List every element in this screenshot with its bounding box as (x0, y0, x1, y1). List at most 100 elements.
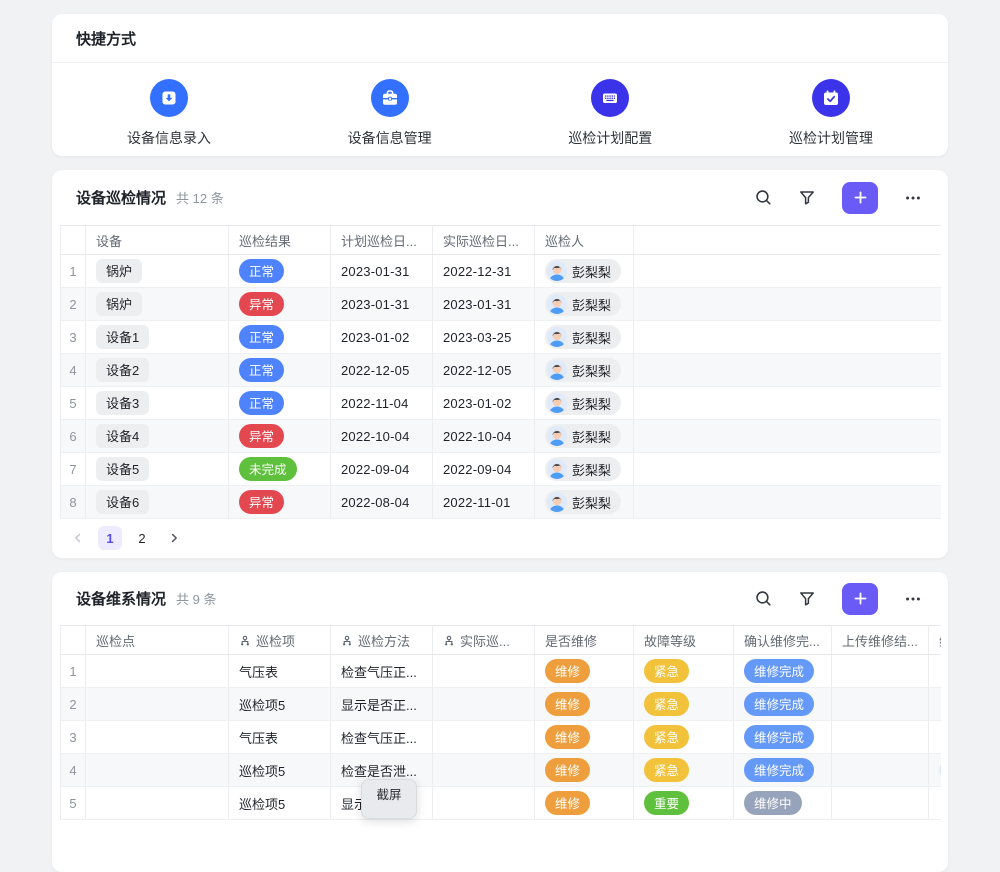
inspector-chip: 彭梨梨 (545, 391, 621, 415)
shortcut-label: 设备信息管理 (348, 128, 432, 148)
add-record-button[interactable] (842, 583, 878, 615)
lookup-icon (341, 635, 353, 647)
search-icon[interactable] (752, 588, 774, 610)
screenshot-tooltip-label: 截屏 (376, 784, 401, 818)
confirm-pill: 维修完成 (744, 758, 814, 782)
add-record-button[interactable] (842, 182, 878, 214)
filter-icon[interactable] (796, 588, 818, 610)
more-icon[interactable] (902, 588, 924, 610)
column-header-inspector: 巡检人 (545, 231, 584, 250)
table-row[interactable]: 2 锅炉 异常 2023-01-31 2023-01-31 彭梨梨 (61, 288, 941, 321)
method-cell: 检查气压正... (331, 721, 433, 753)
screenshot-tooltip: 截屏 (361, 779, 417, 819)
item-cell: 巡检项5 (229, 688, 331, 720)
inspector-chip: 彭梨梨 (545, 292, 621, 316)
device-entry-icon (150, 79, 188, 117)
status-pill: 正常 (239, 358, 284, 382)
avatar (547, 294, 567, 314)
avatar (547, 393, 567, 413)
table-row[interactable]: 5 巡检项5 显示是否正... 维修 重要 维修中 (61, 787, 941, 820)
column-header-upload: 上传维修结... (842, 631, 918, 650)
next-page-button[interactable] (162, 526, 186, 550)
table-row[interactable]: 1 气压表 检查气压正... 维修 紧急 维修完成 (61, 655, 941, 688)
table-row[interactable]: 3 设备1 正常 2023-01-02 2023-03-25 彭梨梨 (61, 321, 941, 354)
status-pill: 正常 (239, 391, 284, 415)
shortcut-plan-config[interactable]: 巡检计划配置 (555, 79, 665, 148)
planned-date: 2022-09-04 (331, 453, 433, 485)
prev-page-button[interactable] (66, 526, 90, 550)
device-tag: 设备6 (96, 490, 149, 514)
lookup-icon (239, 635, 251, 647)
planned-date: 2022-12-05 (331, 354, 433, 386)
column-header-point: 巡检点 (96, 631, 135, 650)
actual-date: 2022-09-04 (433, 453, 535, 485)
repair-pill: 维修 (545, 791, 590, 815)
column-header-clipped: 维 (939, 631, 941, 650)
level-pill: 重要 (644, 791, 689, 815)
table-row[interactable]: 4 设备2 正常 2022-12-05 2022-12-05 彭梨梨 (61, 354, 941, 387)
shortcut-plan-manage[interactable]: 巡检计划管理 (776, 79, 886, 148)
shortcut-device-entry[interactable]: 设备信息录入 (114, 79, 224, 148)
table-row[interactable]: 5 设备3 正常 2022-11-04 2023-01-02 彭梨梨 (61, 387, 941, 420)
row-number: 5 (61, 387, 86, 419)
shortcut-label: 巡检计划管理 (789, 128, 873, 148)
shortcut-device-manage[interactable]: 设备信息管理 (335, 79, 445, 148)
item-cell: 气压表 (229, 721, 331, 753)
avatar (547, 360, 567, 380)
inspector-chip: 彭梨梨 (545, 457, 621, 481)
item-cell: 气压表 (229, 655, 331, 687)
table-row[interactable]: 3 气压表 检查气压正... 维修 紧急 维修完成 (61, 721, 941, 754)
table-row[interactable]: 8 设备6 异常 2022-08-04 2022-11-01 彭梨梨 (61, 486, 941, 519)
table-row[interactable]: 6 设备4 异常 2022-10-04 2022-10-04 彭梨梨 (61, 420, 941, 453)
shortcuts-title: 快捷方式 (52, 14, 948, 63)
device-tag: 设备5 (96, 457, 149, 481)
actual-date: 2022-12-05 (433, 354, 535, 386)
page-button-2[interactable]: 2 (130, 526, 154, 550)
inspection-card: 设备巡检情况 共 12 条 设备 巡检结果 计划巡检日... 实际巡检日... … (52, 170, 948, 558)
planned-date: 2023-01-31 (331, 255, 433, 287)
page-button-1[interactable]: 1 (98, 526, 122, 550)
level-pill: 紧急 (644, 659, 689, 683)
table-row[interactable]: 1 锅炉 正常 2023-01-31 2022-12-31 彭梨梨 (61, 255, 941, 288)
row-number: 1 (61, 255, 86, 287)
status-pill: 未完成 (239, 457, 297, 481)
inspector-chip: 彭梨梨 (545, 325, 621, 349)
column-header-repair: 是否维修 (545, 631, 597, 650)
table-row[interactable]: 7 设备5 未完成 2022-09-04 2022-09-04 彭梨梨 (61, 453, 941, 486)
more-icon[interactable] (902, 187, 924, 209)
avatar (547, 426, 567, 446)
avatar (939, 760, 941, 780)
column-header-item: 巡检项 (256, 631, 295, 650)
row-number: 4 (61, 354, 86, 386)
dashboard-page: 快捷方式 设备信息录入 设备信息管理 巡检计划配置 (0, 0, 1000, 800)
table-row[interactable]: 4 巡检项5 检查是否泄... 维修 紧急 维修完成 (61, 754, 941, 787)
repair-pill: 维修 (545, 758, 590, 782)
level-pill: 紧急 (644, 758, 689, 782)
table-row[interactable]: 2 巡检项5 显示是否正... 维修 紧急 维修完成 (61, 688, 941, 721)
level-pill: 紧急 (644, 725, 689, 749)
inspector-chip: 彭梨梨 (545, 424, 621, 448)
row-number: 3 (61, 321, 86, 353)
inspection-grid: 设备 巡检结果 计划巡检日... 实际巡检日... 巡检人 1 锅炉 正常 20… (60, 225, 941, 519)
inspection-count: 共 12 条 (176, 188, 224, 207)
status-pill: 异常 (239, 292, 284, 316)
confirm-pill: 维修完成 (744, 692, 814, 716)
repair-pill: 维修 (545, 725, 590, 749)
avatar (547, 492, 567, 512)
confirm-pill: 维修中 (744, 791, 802, 815)
method-cell: 显示是否正... (331, 688, 433, 720)
repair-pill: 维修 (545, 692, 590, 716)
confirm-pill: 维修完成 (744, 725, 814, 749)
column-header-result: 巡检结果 (239, 231, 291, 250)
device-tag: 设备4 (96, 424, 149, 448)
device-tag: 设备3 (96, 391, 149, 415)
status-pill: 正常 (239, 259, 284, 283)
filter-icon[interactable] (796, 187, 818, 209)
search-icon[interactable] (752, 187, 774, 209)
avatar (547, 459, 567, 479)
column-header-planned-date: 计划巡检日... (341, 231, 417, 250)
confirm-pill: 维修完成 (744, 659, 814, 683)
level-pill: 紧急 (644, 692, 689, 716)
column-header-method: 巡检方法 (358, 631, 410, 650)
row-number: 1 (61, 655, 86, 687)
